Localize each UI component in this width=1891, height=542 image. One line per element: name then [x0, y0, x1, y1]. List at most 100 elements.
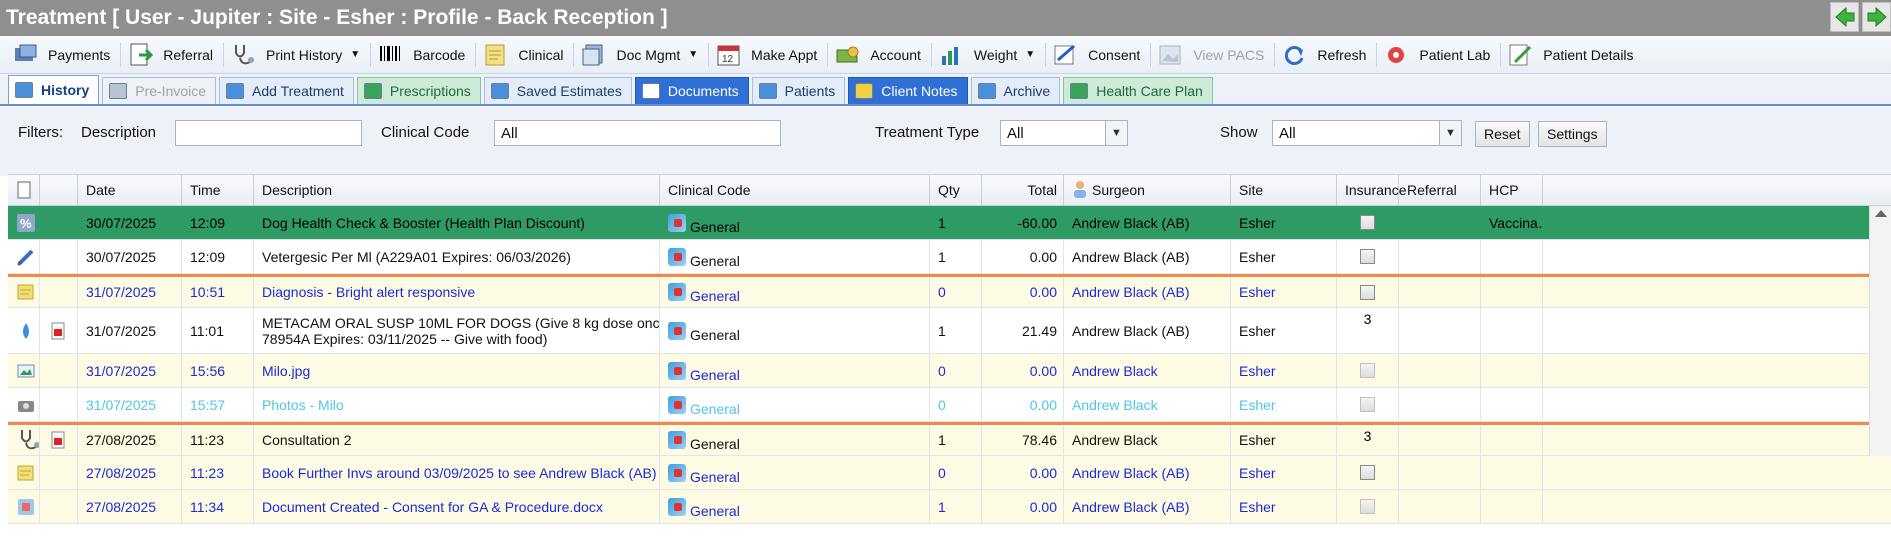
- insurance-checkbox[interactable]: [1360, 284, 1375, 300]
- surgeon-cell: Andrew Black (AB): [1064, 277, 1231, 307]
- surgeon-icon: [1072, 180, 1088, 201]
- barcode-button[interactable]: Barcode: [373, 39, 473, 71]
- patient-details-button[interactable]: Patient Details: [1503, 39, 1641, 71]
- total-value: 0.00: [1029, 498, 1057, 515]
- table-row[interactable]: % 30/07/2025 12:09 Dog Health Check & Boost…: [8, 206, 1891, 240]
- chevron-down-icon[interactable]: ▼: [1025, 49, 1035, 60]
- column-header[interactable]: [40, 175, 78, 205]
- clinical-code-cell: General: [660, 354, 930, 387]
- empty-cell: [40, 456, 78, 489]
- empty-cell: [40, 490, 78, 523]
- column-header[interactable]: Description: [254, 175, 660, 205]
- forward-arrow-icon[interactable]: [1862, 2, 1891, 32]
- column-header[interactable]: Qty: [930, 175, 982, 205]
- tab-client-notes[interactable]: Client Notes: [848, 77, 968, 104]
- print-history-button[interactable]: Print History ▼: [226, 39, 368, 71]
- time-value: 11:34: [190, 498, 224, 515]
- tab-add-treatment[interactable]: Add Treatment: [219, 77, 354, 104]
- column-header-label: Qty: [938, 182, 960, 198]
- column-header[interactable]: Surgeon: [1064, 175, 1231, 205]
- vertical-scrollbar[interactable]: [1869, 206, 1891, 456]
- date-value: 31/07/2025: [86, 396, 157, 413]
- calendar-icon: 12: [715, 42, 743, 68]
- tab-pre-invoice[interactable]: Pre-Invoice: [102, 77, 217, 104]
- tab-prescriptions[interactable]: Prescriptions: [356, 77, 481, 104]
- insurance-checkbox[interactable]: [1360, 249, 1375, 264]
- description-cell: Consultation 2: [254, 425, 660, 455]
- table-row[interactable]: 31/07/2025 15:57 Photos - Milo General 0 0.00…: [8, 388, 1891, 422]
- chevron-down-icon[interactable]: ▼: [688, 49, 698, 60]
- qty-value: 1: [938, 322, 946, 339]
- qty-cell: 1: [930, 425, 982, 455]
- pdf-icon[interactable]: [40, 425, 78, 455]
- insurance-checkbox[interactable]: [1360, 397, 1375, 412]
- date-value: 30/07/2025: [86, 214, 157, 231]
- table-row[interactable]: 31/07/2025 10:51 Diagnosis - Bright alert …: [8, 274, 1891, 308]
- surgeon-value: Andrew Black (AB): [1072, 214, 1190, 231]
- window-title: Treatment [ User - Jupiter : Site - Eshe…: [6, 6, 668, 29]
- surgeon-cell: Andrew Black (AB): [1064, 308, 1231, 353]
- column-header[interactable]: Time: [182, 175, 254, 205]
- referral-button[interactable]: Referral: [123, 39, 221, 71]
- refresh-icon: [1281, 42, 1309, 68]
- chevron-down-icon[interactable]: ▼: [1439, 121, 1461, 145]
- table-row[interactable]: 27/08/2025 11:23 Consultation 2 General 1 78.…: [8, 422, 1891, 456]
- description-value: Book Further Invs around 03/09/2025 to s…: [262, 464, 659, 481]
- site-cell: Esher: [1231, 308, 1337, 353]
- patient-lab-button[interactable]: Patient Lab: [1379, 39, 1498, 71]
- column-header[interactable]: Date: [78, 175, 182, 205]
- payments-button[interactable]: Payments: [8, 39, 118, 71]
- insurance-checkbox[interactable]: [1360, 499, 1375, 514]
- back-arrow-icon[interactable]: [1830, 2, 1859, 32]
- table-row[interactable]: 30/07/2025 12:09 Vetergesic Per Ml (A229A0…: [8, 240, 1891, 274]
- column-header[interactable]: Insurance: [1337, 175, 1406, 205]
- column-header[interactable]: Site: [1231, 175, 1337, 205]
- consent-button[interactable]: Consent: [1048, 39, 1148, 71]
- show-select[interactable]: All ▼: [1272, 120, 1462, 146]
- tab-history[interactable]: History: [8, 75, 100, 104]
- doc-mgmt-button[interactable]: Doc Mgmt ▼: [576, 39, 706, 71]
- treatment-type-select[interactable]: All ▼: [1000, 120, 1128, 146]
- column-header[interactable]: [8, 175, 40, 205]
- toolbar-separator: [1150, 42, 1152, 67]
- column-header[interactable]: Referral: [1399, 175, 1481, 205]
- view-pacs-button[interactable]: View PACS: [1153, 39, 1272, 71]
- account-button[interactable]: Account: [830, 39, 929, 71]
- column-header[interactable]: Total: [982, 175, 1064, 205]
- pdf-icon[interactable]: [40, 308, 78, 353]
- insurance-checkbox[interactable]: [1360, 215, 1375, 230]
- insurance-checkbox[interactable]: [1360, 465, 1375, 480]
- weight-button[interactable]: Weight ▼: [934, 39, 1043, 71]
- make-appt-button[interactable]: 12 Make Appt: [711, 39, 825, 71]
- clinical-code-input[interactable]: All: [494, 120, 781, 146]
- tab-icon: [226, 83, 245, 99]
- tab-documents[interactable]: Documents: [634, 77, 749, 104]
- chevron-down-icon[interactable]: ▼: [350, 49, 360, 60]
- column-header[interactable]: HCP: [1481, 175, 1543, 205]
- tab-health-care-plan[interactable]: Health Care Plan: [1063, 77, 1213, 104]
- table-row[interactable]: 31/07/2025 11:01 METACAM ORAL SUSP 10ML FO…: [8, 308, 1891, 354]
- tab-archive[interactable]: Archive: [970, 77, 1061, 104]
- description-value: Photos - Milo: [262, 396, 344, 413]
- description-value: METACAM ORAL SUSP 10ML FOR DOGS (Give 8 …: [262, 314, 660, 331]
- description-filter-input[interactable]: [175, 120, 362, 146]
- table-row[interactable]: 27/08/2025 11:34 Document Created - Consen…: [8, 490, 1891, 524]
- chevron-down-icon[interactable]: ▼: [1105, 121, 1127, 145]
- toolbar-separator: [930, 42, 932, 67]
- column-header[interactable]: Clinical Code: [660, 175, 930, 205]
- total-cell: 0.00: [982, 354, 1064, 387]
- refresh-button[interactable]: Refresh: [1277, 39, 1374, 71]
- table-row[interactable]: 27/08/2025 11:23 Book Further Invs around …: [8, 456, 1891, 490]
- settings-button[interactable]: Settings: [1538, 121, 1607, 147]
- description-cell: Vetergesic Per Ml (A229A01 Expires: 06/0…: [254, 240, 660, 273]
- tab-patients[interactable]: Patients: [751, 77, 846, 104]
- clinical-code-cell: General: [660, 456, 930, 489]
- clinical-button[interactable]: Clinical: [478, 39, 571, 71]
- tab-strip: History Pre-Invoice Add Treatment Prescript…: [0, 74, 1891, 106]
- table-row[interactable]: 31/07/2025 15:56 Milo.jpg General 0 0.00 Andre…: [8, 354, 1891, 388]
- insurance-checkbox[interactable]: [1360, 363, 1375, 378]
- site-value: Esher: [1239, 214, 1276, 231]
- reset-button[interactable]: Reset: [1475, 121, 1530, 147]
- tab-saved-estimates[interactable]: Saved Estimates: [483, 77, 632, 104]
- total-cell: 0.00: [982, 456, 1064, 489]
